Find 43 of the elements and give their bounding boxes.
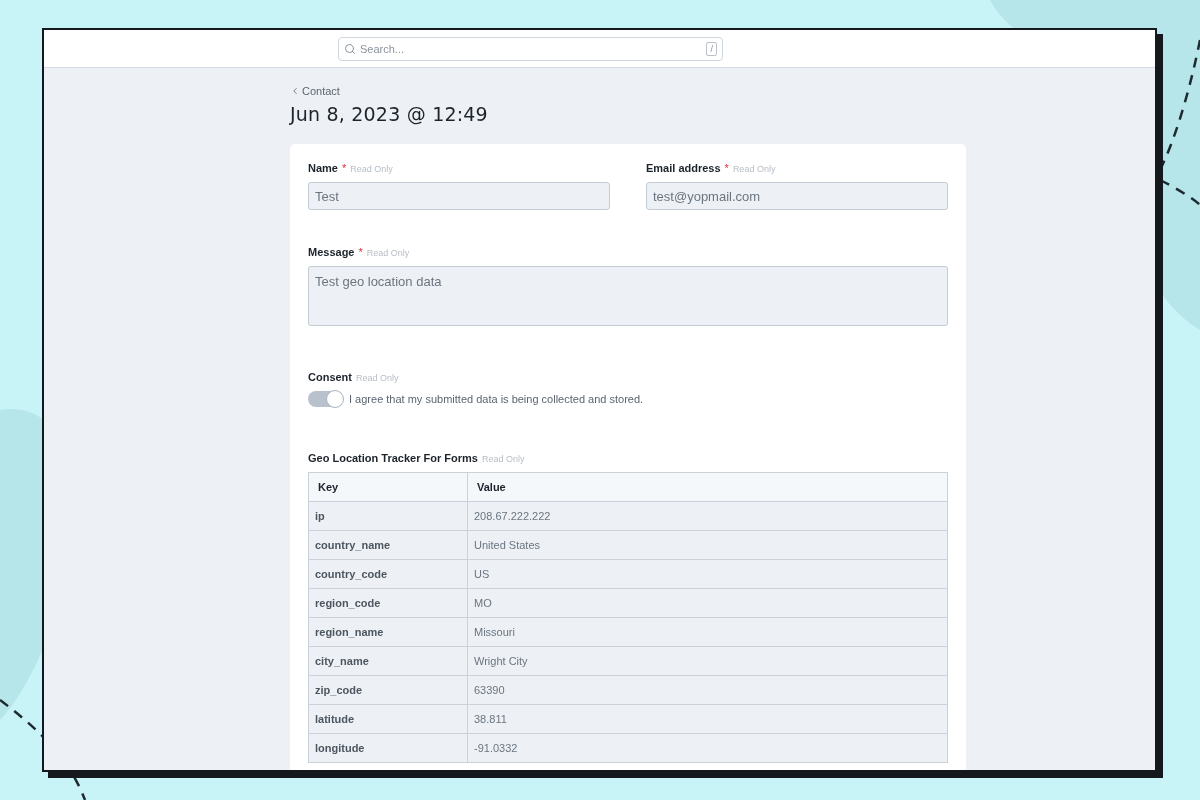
table-cell: Missouri bbox=[467, 617, 948, 647]
consent-toggle[interactable] bbox=[308, 391, 343, 407]
shortcut-key: / bbox=[706, 41, 717, 56]
table-cell: zip_code bbox=[308, 675, 468, 705]
field-label: Email address bbox=[646, 162, 721, 174]
required-mark: * bbox=[358, 246, 363, 258]
column-header: Value bbox=[467, 472, 948, 502]
table-cell: 38.811 bbox=[467, 704, 948, 734]
read-only-note: Read Only bbox=[366, 248, 410, 258]
read-only-note: Read Only bbox=[356, 373, 399, 383]
text-field[interactable]: test@yopmail.com bbox=[646, 182, 948, 210]
table-cell: ip bbox=[308, 501, 468, 531]
field-label: Name bbox=[308, 162, 338, 174]
search-icon bbox=[344, 42, 356, 55]
table-cell: country_code bbox=[308, 559, 468, 589]
table-cell: US bbox=[467, 559, 948, 589]
required-mark: * bbox=[724, 162, 729, 174]
read-only-note: Read Only bbox=[350, 164, 393, 174]
table-cell: 63390 bbox=[467, 675, 948, 705]
required-mark: * bbox=[341, 162, 347, 174]
consent-text: I agree that my submitted data is being collected and stored. bbox=[349, 393, 644, 405]
table-cell: region_code bbox=[308, 588, 468, 618]
table-cell: 208.67.222.222 bbox=[467, 501, 948, 531]
table-cell: latitude bbox=[308, 704, 468, 734]
message-field[interactable]: Test geo location data bbox=[308, 266, 948, 326]
table-cell: country_name bbox=[308, 530, 468, 560]
read-only-note: Read Only bbox=[481, 454, 525, 464]
table-cell: Wright City bbox=[467, 646, 948, 676]
field-label: Consent bbox=[308, 371, 352, 383]
chevron-icon bbox=[290, 86, 300, 96]
page-title: Jun 8, 2023 @ 12:49 bbox=[290, 103, 489, 125]
field-label: Geo Location Tracker For Forms bbox=[308, 452, 478, 464]
table-cell: city_name bbox=[308, 646, 468, 676]
table-cell: United States bbox=[467, 530, 948, 560]
table-cell: MO bbox=[467, 588, 948, 618]
read-only-note: Read Only bbox=[732, 164, 776, 174]
column-header: Key bbox=[308, 472, 468, 502]
table-cell: -91.0332 bbox=[467, 733, 948, 763]
text-field[interactable]: Test bbox=[308, 182, 610, 210]
table-cell: region_name bbox=[308, 617, 468, 647]
field-label: Message bbox=[308, 246, 355, 258]
back-link[interactable]: Contact bbox=[290, 85, 340, 97]
table-cell: longitude bbox=[308, 733, 468, 763]
